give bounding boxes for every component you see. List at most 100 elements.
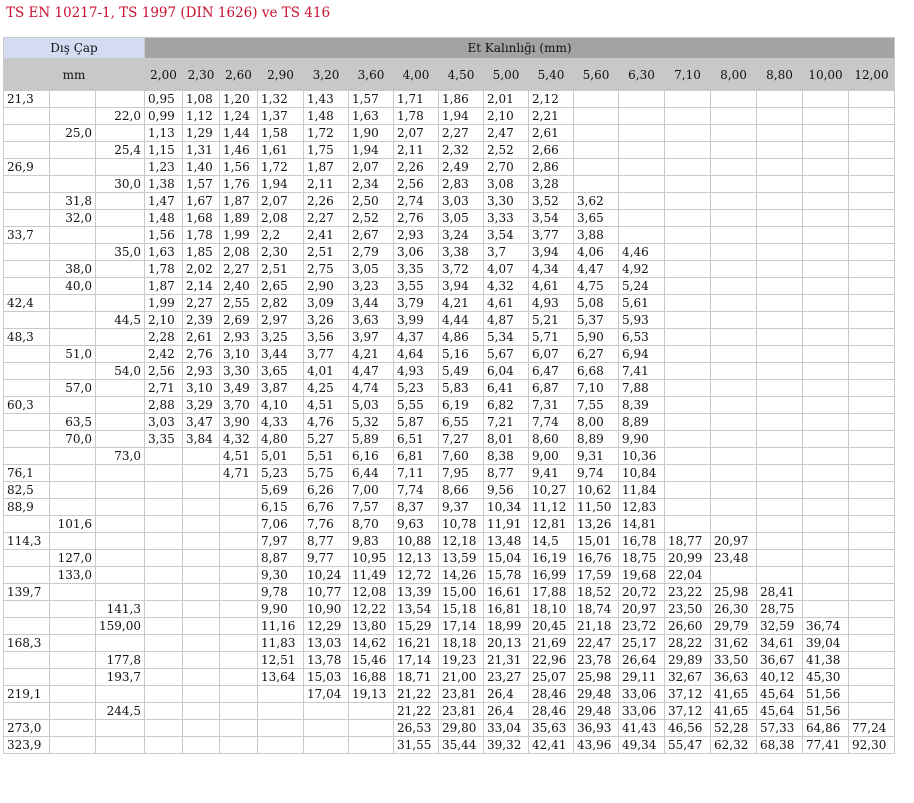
weight-cell bbox=[802, 379, 849, 397]
weight-cell bbox=[573, 141, 619, 159]
weight-cell: 9,41 bbox=[528, 464, 574, 482]
weight-cell: 25,17 bbox=[618, 634, 665, 652]
weight-cell bbox=[348, 736, 394, 754]
weight-cell: 4,44 bbox=[438, 311, 484, 329]
weight-cell bbox=[802, 362, 849, 380]
weight-cell bbox=[848, 634, 895, 652]
weight-cell: 4,34 bbox=[528, 260, 574, 278]
outer-diameter-cell bbox=[49, 396, 96, 414]
weight-cell: 7,31 bbox=[528, 396, 574, 414]
weight-cell bbox=[802, 413, 849, 431]
weight-cell bbox=[144, 685, 183, 703]
weight-cell: 6,44 bbox=[348, 464, 394, 482]
thickness-header-cell: 12,00 bbox=[848, 58, 895, 91]
weight-cell: 4,37 bbox=[393, 328, 439, 346]
weight-cell: 7,21 bbox=[483, 413, 529, 431]
weight-cell bbox=[848, 685, 895, 703]
weight-cell: 20,13 bbox=[483, 634, 529, 652]
weight-cell: 5,93 bbox=[618, 311, 665, 329]
weight-cell: 2,27 bbox=[438, 124, 484, 142]
weight-cell: 15,03 bbox=[303, 668, 349, 686]
outer-diameter-cell bbox=[49, 617, 96, 635]
weight-cell: 41,65 bbox=[710, 685, 757, 703]
weight-cell bbox=[756, 396, 803, 414]
weight-cell: 2,21 bbox=[528, 107, 574, 125]
weight-cell bbox=[710, 430, 757, 448]
weight-cell: 28,46 bbox=[528, 685, 574, 703]
weight-cell: 39,04 bbox=[802, 634, 849, 652]
weight-cell: 64,86 bbox=[802, 719, 849, 737]
weight-cell: 6,15 bbox=[257, 498, 304, 516]
outer-diameter-cell bbox=[49, 498, 96, 516]
weight-cell bbox=[144, 634, 183, 652]
weight-cell: 3,25 bbox=[257, 328, 304, 346]
weight-cell: 2,97 bbox=[257, 311, 304, 329]
table-row: 159,00 11,16 12,29 13,80 15,29 17,14 18,99 20,4… bbox=[3, 617, 895, 635]
outer-diameter-cell bbox=[49, 736, 96, 754]
outer-diameter-cell bbox=[95, 124, 145, 142]
outer-diameter-cell bbox=[3, 617, 50, 635]
weight-cell bbox=[848, 447, 895, 465]
outer-diameter-cell bbox=[49, 175, 96, 193]
outer-diameter-cell bbox=[49, 668, 96, 686]
weight-cell: 13,78 bbox=[303, 651, 349, 669]
weight-cell bbox=[756, 549, 803, 567]
outer-diameter-cell: 159,00 bbox=[95, 617, 145, 635]
weight-cell bbox=[573, 158, 619, 176]
weight-cell bbox=[144, 719, 183, 737]
outer-diameter-cell bbox=[49, 328, 96, 346]
weight-cell: 2,41 bbox=[303, 226, 349, 244]
weight-cell: 5,08 bbox=[573, 294, 619, 312]
weight-cell: 17,14 bbox=[393, 651, 439, 669]
weight-cell: 4,21 bbox=[438, 294, 484, 312]
weight-cell: 2,82 bbox=[257, 294, 304, 312]
weight-cell bbox=[756, 311, 803, 329]
outer-diameter-cell: 25,4 bbox=[95, 141, 145, 159]
weight-cell bbox=[664, 192, 711, 210]
weight-cell bbox=[710, 447, 757, 465]
weight-cell bbox=[710, 566, 757, 584]
weight-cell bbox=[618, 192, 665, 210]
weight-cell: 5,37 bbox=[573, 311, 619, 329]
weight-cell: 1,94 bbox=[257, 175, 304, 193]
weight-cell bbox=[848, 362, 895, 380]
weight-cell: 3,44 bbox=[257, 345, 304, 363]
table-row: 88,9 6,15 6,76 7,57 8,37 9,37 10,34 11,12 11,50 1… bbox=[3, 498, 895, 516]
weight-cell bbox=[710, 90, 757, 108]
outer-diameter-cell bbox=[3, 566, 50, 584]
weight-cell bbox=[573, 90, 619, 108]
outer-diameter-cell bbox=[3, 668, 50, 686]
weight-cell: 1,94 bbox=[348, 141, 394, 159]
weight-cell: 3,94 bbox=[528, 243, 574, 261]
weight-cell: 20,99 bbox=[664, 549, 711, 567]
weight-cell bbox=[144, 498, 183, 516]
weight-cell: 2,93 bbox=[219, 328, 258, 346]
weight-cell bbox=[802, 141, 849, 159]
weight-cell: 14,81 bbox=[618, 515, 665, 533]
weight-cell bbox=[756, 124, 803, 142]
weight-cell bbox=[756, 141, 803, 159]
weight-cell bbox=[802, 498, 849, 516]
weight-cell bbox=[219, 481, 258, 499]
outer-diameter-cell: 51,0 bbox=[49, 345, 96, 363]
weight-cell: 5,87 bbox=[393, 413, 439, 431]
weight-cell: 1,48 bbox=[144, 209, 183, 227]
table-row: 21,3 0,95 1,08 1,20 1,32 1,43 1,57 1,71 1,86 2,01… bbox=[3, 90, 895, 108]
weight-cell bbox=[710, 311, 757, 329]
weight-cell bbox=[848, 294, 895, 312]
weight-cell: 26,4 bbox=[483, 702, 529, 720]
table-row: 32,0 1,48 1,68 1,89 2,08 2,27 2,52 2,76 3,05 3,33… bbox=[3, 209, 895, 227]
weight-cell bbox=[664, 515, 711, 533]
table-row: 70,0 3,35 3,84 4,32 4,80 5,27 5,89 6,51 7,27 8,01… bbox=[3, 430, 895, 448]
weight-cell: 2,71 bbox=[144, 379, 183, 397]
weight-cell bbox=[802, 600, 849, 618]
table-row: 35,0 1,63 1,85 2,08 2,30 2,51 2,79 3,06 3,38 3,7 3… bbox=[3, 243, 895, 261]
weight-cell bbox=[848, 396, 895, 414]
weight-cell: 49,34 bbox=[618, 736, 665, 754]
weight-cell: 28,46 bbox=[528, 702, 574, 720]
outer-diameter-cell bbox=[95, 379, 145, 397]
weight-cell: 15,01 bbox=[573, 532, 619, 550]
weight-cell: 12,22 bbox=[348, 600, 394, 618]
weight-cell: 6,68 bbox=[573, 362, 619, 380]
outer-diameter-cell bbox=[49, 600, 96, 618]
